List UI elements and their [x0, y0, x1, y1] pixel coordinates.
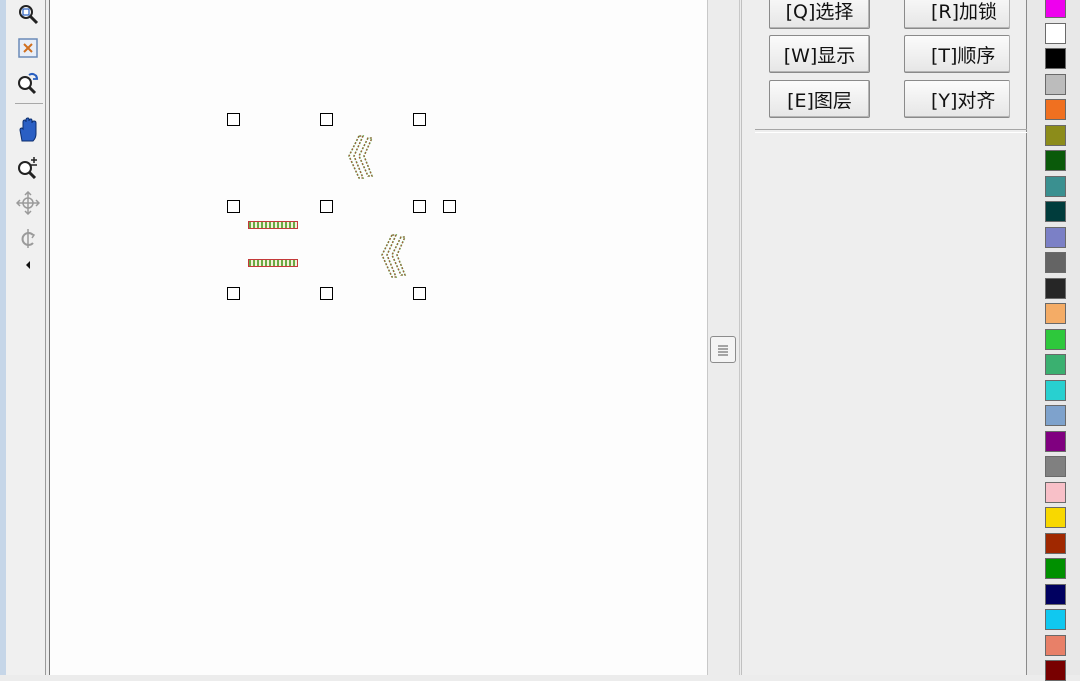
color-swatch[interactable] — [1045, 456, 1066, 477]
color-swatch[interactable] — [1045, 558, 1066, 579]
show-button[interactable]: [W]显示 — [769, 35, 870, 73]
toolbar-separator — [15, 103, 43, 104]
drawing-canvas[interactable] — [49, 0, 708, 675]
color-swatch[interactable] — [1045, 379, 1066, 401]
panel-divider — [755, 129, 1027, 133]
color-swatch[interactable] — [1045, 150, 1066, 171]
color-swatch[interactable] — [1045, 22, 1066, 44]
color-swatch[interactable] — [1045, 660, 1066, 681]
zoom-previous-icon[interactable] — [14, 69, 42, 97]
double-bar-bottom[interactable] — [248, 259, 298, 267]
splitter-grip-icon[interactable] — [710, 336, 736, 363]
color-swatch[interactable] — [1045, 328, 1066, 350]
selection-handle[interactable] — [227, 287, 240, 300]
color-swatch[interactable] — [1045, 226, 1066, 248]
color-swatch[interactable] — [1045, 277, 1066, 299]
order-button[interactable]: [T]顺序 — [904, 35, 1010, 73]
move-view-icon[interactable] — [14, 189, 42, 217]
color-swatch[interactable] — [1045, 175, 1066, 197]
color-swatch[interactable] — [1045, 583, 1066, 605]
selection-handle[interactable] — [320, 287, 333, 300]
color-swatch[interactable] — [1045, 507, 1066, 528]
color-swatch[interactable] — [1045, 634, 1066, 656]
lock-button[interactable]: [R]加锁 — [904, 0, 1010, 29]
panel-splitter[interactable] — [708, 0, 740, 675]
double-chevron-shape[interactable] — [347, 134, 375, 182]
zoom-window-icon[interactable] — [14, 0, 42, 28]
selection-handle[interactable] — [227, 200, 240, 213]
color-swatch[interactable] — [1045, 73, 1066, 95]
color-swatch[interactable] — [1045, 252, 1066, 273]
selection-handle[interactable] — [413, 113, 426, 126]
color-palette — [1027, 0, 1080, 681]
color-swatch[interactable] — [1045, 481, 1066, 503]
color-swatch[interactable] — [1045, 99, 1066, 120]
align-button[interactable]: [Y]对齐 — [904, 80, 1010, 118]
zoom-fit-icon[interactable] — [14, 34, 42, 62]
color-swatch[interactable] — [1045, 303, 1066, 324]
zoom-in-out-icon[interactable] — [14, 153, 42, 181]
color-swatch[interactable] — [1045, 609, 1066, 630]
color-swatch[interactable] — [1045, 532, 1066, 554]
scroll-left-arrow-icon[interactable] — [14, 251, 42, 279]
pan-hand-icon[interactable] — [14, 116, 42, 144]
color-swatch[interactable] — [1045, 0, 1066, 18]
rotate-view-icon[interactable] — [14, 224, 42, 252]
color-swatch[interactable] — [1045, 124, 1066, 146]
selection-handle[interactable] — [413, 200, 426, 213]
selection-handle[interactable] — [320, 200, 333, 213]
layer-button[interactable]: [E]图层 — [769, 80, 870, 118]
color-swatch[interactable] — [1045, 405, 1066, 426]
left-toolbar — [0, 0, 46, 675]
selection-handle[interactable] — [413, 287, 426, 300]
double-bar-top[interactable] — [248, 221, 298, 229]
rotation-handle[interactable] — [443, 200, 456, 213]
color-swatch[interactable] — [1045, 48, 1066, 69]
selection-handle[interactable] — [227, 113, 240, 126]
selection-handle[interactable] — [320, 113, 333, 126]
select-button[interactable]: [Q]选择 — [769, 0, 870, 29]
color-swatch[interactable] — [1045, 201, 1066, 222]
double-chevron-shape[interactable] — [380, 233, 408, 281]
color-swatch[interactable] — [1045, 354, 1066, 375]
color-swatch[interactable] — [1045, 430, 1066, 452]
